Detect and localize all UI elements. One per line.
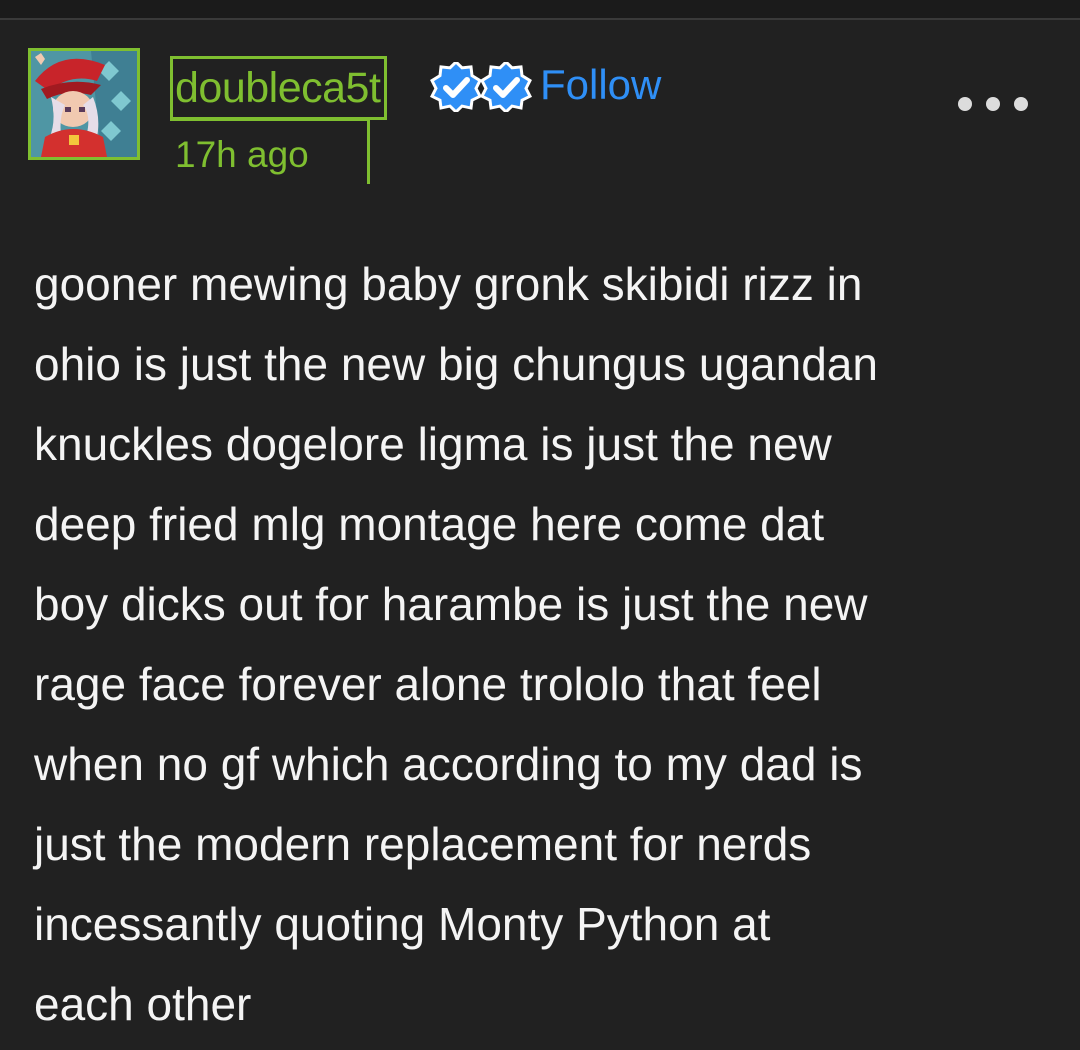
timestamp[interactable]: 17h ago xyxy=(175,136,309,173)
post-body-text: gooner mewing baby gronk skibidi rizz in… xyxy=(34,258,878,1030)
dot xyxy=(1014,97,1028,111)
verified-badge-icon xyxy=(429,62,483,112)
dot xyxy=(958,97,972,111)
more-options-icon[interactable] xyxy=(958,94,1028,114)
verified-badges xyxy=(428,62,534,112)
avatar[interactable] xyxy=(28,48,140,160)
dot xyxy=(986,97,1000,111)
follow-button[interactable]: Follow xyxy=(540,60,661,110)
username-link[interactable]: doubleca5t xyxy=(170,56,388,120)
verified-badge-icon xyxy=(479,62,533,112)
username[interactable]: doubleca5t xyxy=(175,66,381,110)
top-divider xyxy=(0,0,1080,20)
avatar-image xyxy=(31,51,137,157)
